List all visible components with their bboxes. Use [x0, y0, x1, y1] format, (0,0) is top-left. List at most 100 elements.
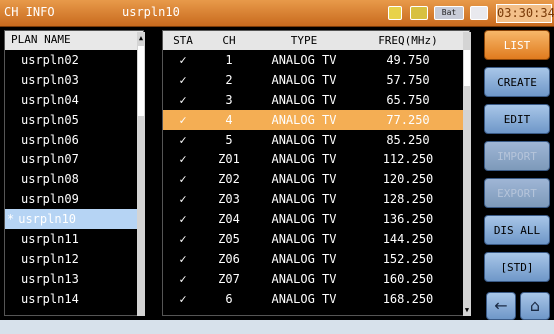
channel-table-scroll-thumb[interactable]	[464, 50, 470, 86]
table-row[interactable]: ✓ Z06 ANALOG TV 152.250	[163, 249, 469, 269]
home-icon: ⌂	[529, 296, 541, 315]
channel-cell: 5	[225, 132, 233, 147]
plan-list-item[interactable]: usrpln04	[5, 90, 143, 110]
action-buttons: LIST CREATE EDIT IMPORT EXPORT DIS ALL […	[484, 30, 550, 320]
freq-cell: 160.250	[382, 271, 434, 286]
channel-table[interactable]: STA CH TYPE FREQ(MHz) ✓ 1 ANALOG TV 49.750 ✓…	[162, 30, 471, 316]
channel-cell: Z02	[218, 172, 240, 187]
status-check-icon: ✓	[179, 212, 187, 227]
status-check-icon: ✓	[179, 291, 187, 306]
channel-table-scrollbar[interactable]: ▼	[463, 32, 471, 316]
status-check-icon: ✓	[179, 232, 187, 247]
type-cell: ANALOG TV	[271, 232, 337, 247]
table-row[interactable]: ✓ Z07 ANALOG TV 160.250	[163, 269, 469, 289]
channel-cell: Z06	[218, 251, 240, 266]
std-button[interactable]: [STD]	[484, 252, 550, 282]
table-row[interactable]: ✓ 3 ANALOG TV 65.750	[163, 90, 469, 110]
plan-list-item-label: usrpln12	[21, 251, 79, 266]
channel-cell: Z03	[218, 192, 240, 207]
channel-cell: Z01	[218, 152, 240, 167]
type-cell: ANALOG TV	[271, 192, 337, 207]
title-bar: CH INFO usrpln10 Bat 03:30:34	[0, 0, 554, 27]
back-button[interactable]: ←	[486, 292, 516, 320]
type-cell: ANALOG TV	[271, 53, 337, 67]
col-freq: FREQ(MHz)	[378, 34, 438, 47]
type-cell: ANALOG TV	[271, 251, 337, 266]
freq-cell: 49.750	[386, 53, 430, 67]
dis-all-button[interactable]: DIS ALL	[484, 215, 550, 245]
plan-list-item-label: usrpln03	[21, 72, 79, 87]
screen-title: CH INFO	[4, 5, 55, 19]
table-row[interactable]: ✓ 2 ANALOG TV 57.750	[163, 70, 469, 90]
plan-list-item[interactable]: * usrpln10	[5, 209, 143, 230]
channel-cell: 2	[225, 72, 233, 87]
plan-list-item[interactable]: usrpln13	[5, 269, 143, 289]
plan-list-item[interactable]: usrpln07	[5, 149, 143, 169]
table-row[interactable]: ✓ 5 ANALOG TV 85.250	[163, 130, 469, 150]
plan-list-item[interactable]: usrpln05	[5, 110, 143, 130]
channel-cell: Z04	[218, 212, 240, 227]
plan-list-item[interactable]: usrpln09	[5, 189, 143, 209]
plan-list-item-label: usrpln05	[21, 112, 79, 127]
battery-icon: Bat	[434, 6, 464, 20]
plan-list-header: PLAN NAME	[5, 31, 143, 50]
status-check-icon: ✓	[179, 53, 187, 67]
table-row[interactable]: ✓ 6 ANALOG TV 168.250	[163, 289, 469, 309]
plan-list[interactable]: PLAN NAME usrpln02 usrpln03 usrpln04 usrpln…	[4, 30, 145, 316]
freq-cell: 65.750	[386, 92, 430, 107]
plan-list-scroll-thumb[interactable]	[138, 46, 144, 116]
freq-cell: 136.250	[382, 212, 434, 227]
table-row[interactable]: ✓ Z01 ANALOG TV 112.250	[163, 149, 469, 169]
channel-cell: 3	[225, 92, 233, 107]
channel-cell: Z05	[218, 232, 240, 247]
plan-list-item[interactable]: usrpln11	[5, 229, 143, 249]
scroll-down-icon[interactable]: ▼	[463, 306, 471, 314]
table-row[interactable]: ✓ Z05 ANALOG TV 144.250	[163, 229, 469, 249]
scroll-up-icon[interactable]: ▲	[137, 34, 145, 42]
import-button[interactable]: IMPORT	[484, 141, 550, 171]
list-button[interactable]: LIST	[484, 30, 550, 60]
clock: 03:30:34	[496, 4, 554, 23]
table-row[interactable]: ✓ Z04 ANALOG TV 136.250	[163, 209, 469, 229]
type-cell: ANALOG TV	[271, 271, 337, 286]
table-row[interactable]: ✓ Z02 ANALOG TV 120.250	[163, 169, 469, 189]
plan-list-scrollbar[interactable]: ▲	[137, 32, 145, 316]
plan-list-item[interactable]: usrpln12	[5, 249, 143, 269]
home-button[interactable]: ⌂	[520, 292, 550, 320]
create-button[interactable]: CREATE	[484, 67, 550, 97]
plan-list-item-label: usrpln13	[21, 271, 79, 286]
storage-icon	[410, 6, 428, 20]
status-check-icon: ✓	[179, 192, 187, 207]
plan-list-item[interactable]: usrpln02	[5, 50, 143, 70]
status-check-icon: ✓	[179, 92, 187, 107]
freq-cell: 112.250	[382, 152, 434, 167]
plan-list-item-label: usrpln14	[21, 291, 79, 306]
col-type: TYPE	[290, 34, 318, 47]
type-cell: ANALOG TV	[271, 132, 337, 147]
table-row[interactable]: ✓ Z03 ANALOG TV 128.250	[163, 189, 469, 209]
plan-list-item[interactable]: usrpln06	[5, 130, 143, 150]
plan-list-item-label: usrpln07	[21, 152, 79, 167]
type-cell: ANALOG TV	[271, 291, 337, 306]
export-button[interactable]: EXPORT	[484, 178, 550, 208]
footer-bar	[0, 320, 554, 334]
channel-cell: Z07	[218, 271, 240, 286]
col-ch: CH	[222, 34, 236, 47]
selected-marker: *	[7, 212, 15, 227]
table-row[interactable]: ✓ 1 ANALOG TV 49.750	[163, 50, 469, 70]
status-icons: Bat	[388, 6, 492, 20]
plan-list-item[interactable]: usrpln14	[5, 289, 143, 309]
plan-list-item-label: usrpln08	[21, 172, 79, 187]
freq-cell: 85.250	[386, 132, 430, 147]
channel-cell: 6	[225, 291, 233, 306]
type-cell: ANALOG TV	[271, 212, 337, 227]
plan-list-item[interactable]: usrpln08	[5, 169, 143, 189]
freq-cell: 168.250	[382, 291, 434, 306]
edit-button[interactable]: EDIT	[484, 104, 550, 134]
freq-cell: 57.750	[386, 72, 430, 87]
plan-list-item[interactable]: usrpln03	[5, 70, 143, 90]
table-row[interactable]: ✓ 4 ANALOG TV 77.250	[163, 109, 469, 130]
type-cell: ANALOG TV	[271, 72, 337, 87]
current-plan-name: usrpln10	[122, 5, 180, 19]
plan-list-item-label: usrpln06	[21, 132, 79, 147]
